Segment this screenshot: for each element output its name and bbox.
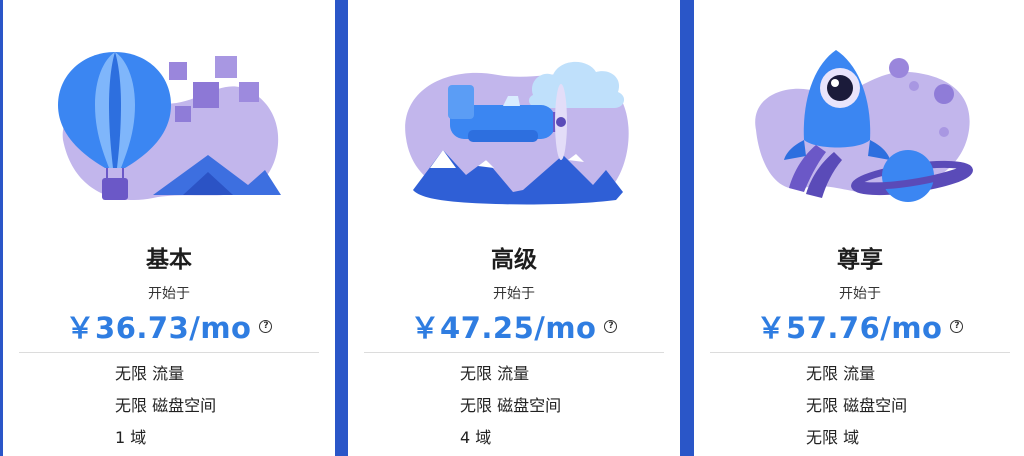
feature-list: 无限 流量 无限 磁盘空间 4 域 <box>460 363 561 456</box>
feature-item: 无限 磁盘空间 <box>115 396 217 415</box>
divider <box>364 352 664 353</box>
airplane-icon <box>348 20 680 220</box>
feature-list: 无限 流量 无限 磁盘空间 无限 域 <box>806 363 907 456</box>
price-row: ￥57.76/mo? <box>694 305 1024 347</box>
divider <box>710 352 1010 353</box>
price-row: ￥36.73/mo? <box>3 305 335 347</box>
plan-name: 高级 <box>491 247 537 273</box>
feature-item: 无限 流量 <box>115 364 185 383</box>
starting-at-label: 开始于 <box>148 286 190 302</box>
page-background-gap-1 <box>335 0 348 456</box>
plan-price: ￥57.76/mo <box>756 311 943 345</box>
plan-card-advanced[interactable]: 高级 开始于 ￥47.25/mo? 无限 流量 无限 磁盘空间 4 域 <box>348 0 680 456</box>
plan-name: 基本 <box>146 247 192 273</box>
page-background-gap-2 <box>680 0 694 456</box>
price-row: ￥47.25/mo? <box>348 305 680 347</box>
starting-at-label: 开始于 <box>839 286 881 302</box>
plan-card-basic[interactable]: 基本 开始于 ￥36.73/mo? 无限 流量 无限 磁盘空间 1 域 <box>3 0 335 456</box>
feature-item: 无限 磁盘空间 <box>806 396 908 415</box>
feature-item: 4 域 <box>460 428 492 447</box>
feature-list: 无限 流量 无限 磁盘空间 1 域 <box>115 363 216 456</box>
feature-item: 无限 域 <box>806 428 860 447</box>
plan-name: 尊享 <box>837 247 883 273</box>
plan-price: ￥47.25/mo <box>410 311 597 345</box>
help-icon[interactable]: ? <box>604 319 618 333</box>
starting-at-label: 开始于 <box>493 286 535 302</box>
feature-item: 1 域 <box>115 428 147 447</box>
plan-price: ￥36.73/mo <box>65 311 252 345</box>
help-icon[interactable]: ? <box>950 319 964 333</box>
feature-item: 无限 磁盘空间 <box>460 396 562 415</box>
plan-card-premium[interactable]: 尊享 开始于 ￥57.76/mo? 无限 流量 无限 磁盘空间 无限 域 <box>694 0 1024 456</box>
divider <box>19 352 319 353</box>
feature-item: 无限 流量 <box>460 364 530 383</box>
help-icon[interactable]: ? <box>259 319 273 333</box>
hot-air-balloon-icon <box>3 20 335 220</box>
feature-item: 无限 流量 <box>806 364 876 383</box>
rocket-icon <box>694 20 1024 220</box>
